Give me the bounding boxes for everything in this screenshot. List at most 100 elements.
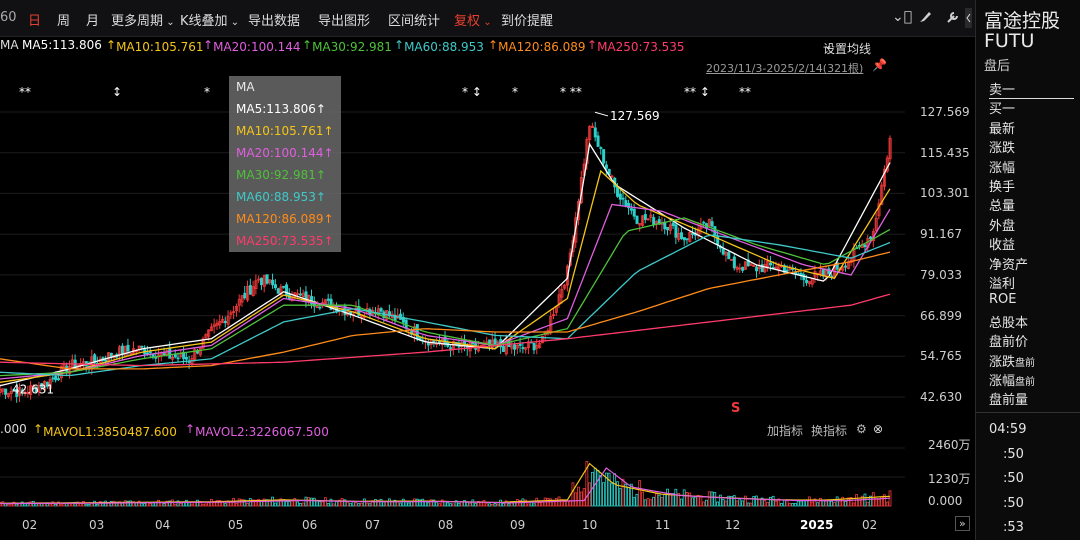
candle-body: [326, 298, 330, 301]
volume-bar: [312, 497, 316, 507]
candle-body: [602, 149, 606, 164]
candle-body: [493, 338, 497, 345]
tooltip-ma60: MA60:88.953↑: [236, 190, 326, 204]
volume-bar: [357, 503, 361, 507]
volume-bar: [707, 491, 711, 507]
tab-month[interactable]: 月: [86, 10, 99, 29]
volume-tick-label: 1230万: [928, 472, 971, 486]
volume-bar: [771, 495, 775, 507]
max-pointer: [594, 111, 609, 117]
range-stats-button[interactable]: 区间统计: [388, 10, 440, 29]
volume-chart[interactable]: [0, 440, 975, 512]
volume-bar: [646, 498, 650, 507]
volume-legend: .000 ↑ MAVOL1:3850487.600 ↑ MAVOL2:32260…: [0, 419, 900, 439]
chevron-circle-icon[interactable]: ⌄⃝: [892, 9, 912, 25]
price-alert-button[interactable]: 到价提醒: [501, 10, 553, 29]
ma-settings-dropdown[interactable]: 设置均线 ⌄: [823, 38, 871, 56]
volume-bar: [774, 500, 778, 507]
volume-bar: [62, 503, 66, 507]
y-tick-label: 79.033: [920, 267, 962, 282]
wrench-icon[interactable]: [945, 10, 959, 24]
volume-bar: [162, 503, 166, 507]
panel-toggle-icon[interactable]: [964, 8, 973, 28]
volume-bar: [716, 501, 719, 507]
y-tick-label: 66.899: [920, 308, 962, 323]
volume-bar: [390, 501, 394, 507]
candle-body: [173, 354, 177, 358]
volume-bar: [807, 496, 811, 507]
candle-body: [271, 279, 275, 286]
tooltip-ma30: MA30:92.981↑: [236, 168, 326, 182]
scroll-right-button[interactable]: »: [955, 516, 970, 531]
x-tick-label: 04: [155, 518, 171, 532]
candle-body: [521, 347, 525, 349]
quote-field-label: 盘前量: [989, 393, 1029, 409]
quote-field-label: 买一: [989, 102, 1016, 118]
period-partial[interactable]: 60: [0, 10, 17, 25]
trade-time: :53: [1003, 520, 1024, 535]
volume-bar: [301, 502, 305, 507]
volume-bar: [877, 499, 881, 507]
candle-body: [126, 344, 130, 352]
volume-bar: [190, 503, 194, 507]
candle-body: [518, 343, 522, 346]
volume-bar: [449, 503, 452, 507]
volume-bar: [552, 501, 555, 507]
ma250-value: ↑ MA250:73.535: [587, 38, 685, 54]
candle-body: [282, 285, 286, 288]
volume-bar: [724, 500, 728, 507]
event-marker: *: [204, 85, 210, 99]
ma30-value: ↑ MA30:92.981: [302, 38, 392, 54]
candlestick-chart[interactable]: 127.56942.631** ↕ * * ↕ * * ** ** ↕ **S: [0, 54, 975, 419]
add-indicator-button[interactable]: 加指标: [767, 422, 803, 439]
y-tick-label: 127.569: [920, 105, 970, 119]
toolbar: 60 日 周 月 更多周期 ⌄ K线叠加 ⌄ 导出数据 导出图形 区间统计 复权…: [0, 0, 975, 37]
volume-bar: [468, 502, 472, 507]
quote-field-label: 换手: [989, 180, 1016, 195]
ma20-value: ↑ MA20:100.144: [203, 38, 301, 54]
volume-bar: [201, 503, 205, 507]
more-periods-dropdown[interactable]: 更多周期 ⌄: [111, 10, 175, 29]
close-icon[interactable]: ⊗: [873, 422, 883, 436]
quote-field-label: 最新: [989, 121, 1016, 137]
volume-bar: [749, 502, 753, 507]
export-chart-button[interactable]: 导出图形: [318, 10, 370, 29]
volume-bar: [482, 499, 486, 507]
settings-icon[interactable]: ⚙: [856, 422, 867, 436]
candle-body: [4, 388, 8, 395]
volume-bar: [693, 496, 697, 507]
volume-bar: [752, 496, 756, 507]
tab-day[interactable]: 日: [28, 10, 41, 29]
volume-bar: [699, 495, 703, 507]
volume-bar: [474, 503, 477, 507]
x-tick-label: 10: [582, 518, 598, 532]
switch-indicator-button[interactable]: 换指标: [811, 422, 847, 439]
adjust-dropdown[interactable]: 复权 ⌄: [454, 10, 492, 29]
tooltip-ma250: MA250:73.535↑: [236, 234, 334, 248]
volume-bar: [735, 500, 739, 507]
quote-field-label: 总股本: [989, 315, 1029, 331]
tab-week[interactable]: 周: [57, 10, 70, 29]
volume-bar: [315, 500, 319, 507]
volume-bar: [173, 503, 177, 507]
volume-bar: [618, 488, 622, 507]
volume-bar: [596, 469, 600, 507]
export-data-button[interactable]: 导出数据: [248, 10, 300, 29]
volume-bar: [23, 503, 27, 507]
volume-bar: [852, 502, 856, 507]
x-tick-label: 02: [862, 518, 878, 532]
volume-bar: [321, 501, 325, 507]
volume-bar: [613, 473, 617, 507]
kline-overlay-dropdown[interactable]: K线叠加 ⌄: [180, 10, 239, 29]
brush-icon[interactable]: [918, 10, 932, 24]
volume-bar: [37, 503, 41, 507]
session-label: 盘后: [984, 59, 1011, 74]
volume-bar: [599, 475, 603, 507]
tooltip-ma5: MA5:113.806↑: [236, 102, 326, 116]
candle-body: [184, 357, 188, 360]
volume-bar: [379, 499, 383, 507]
chevron-down-icon: ⌄: [163, 17, 175, 28]
volume-bar: [657, 494, 661, 507]
volume-bar: [324, 497, 327, 507]
volume-bar: [6, 504, 10, 507]
